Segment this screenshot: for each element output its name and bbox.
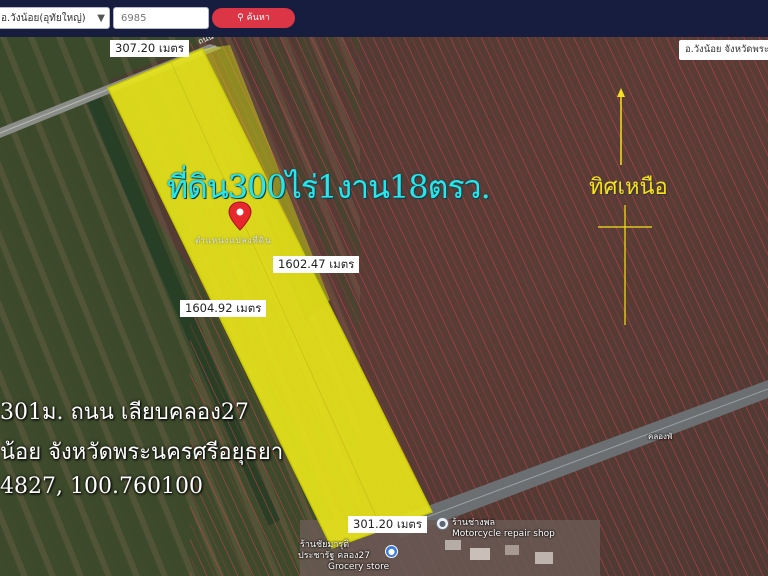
poi-small-tag: คลองพั bbox=[648, 432, 673, 441]
right-edge-measure: 1602.47 เมตร bbox=[273, 256, 360, 273]
shop-icon[interactable]: ● bbox=[436, 517, 449, 530]
search-button[interactable]: ⚲ ค้นหา bbox=[212, 8, 295, 28]
poi-shop-1-name: ร้านช่างพล bbox=[452, 518, 496, 528]
building bbox=[445, 540, 461, 550]
chevron-down-icon: ▼ bbox=[97, 13, 105, 24]
address-line-2: น้อย จังหวัดพระนครศรีอยุธยา bbox=[0, 440, 284, 465]
search-toolbar: อ.วังน้อย(อุทัยใหญ่) ▼ 6985 ⚲ ค้นหา bbox=[0, 0, 768, 37]
building bbox=[535, 552, 553, 564]
building bbox=[505, 545, 519, 555]
land-size-title: ที่ดิน300ไร่1งาน18ตรว. bbox=[167, 168, 491, 206]
north-direction-label: ทิศเหนือ bbox=[589, 175, 668, 200]
search-icon: ⚲ bbox=[237, 13, 244, 23]
poi-shop-2-name: ร้านชัยมารุติ bbox=[300, 540, 350, 550]
district-select-value: อ.วังน้อย(อุทัยใหญ่) bbox=[1, 13, 86, 24]
poi-shop-1-type: Motorcycle repair shop bbox=[452, 529, 555, 539]
parcel-number-input[interactable]: 6985 bbox=[113, 7, 209, 29]
poi-shop-2-type: Grocery store bbox=[328, 562, 390, 572]
address-line-1: 301ม. ถนน เลียบคลอง27 bbox=[0, 400, 249, 425]
pin-caption: ตำแหน่งแปลงที่ดิน bbox=[195, 236, 272, 245]
bottom-edge-measure: 301.20 เมตร bbox=[348, 516, 428, 533]
grocery-store-icon[interactable]: ● bbox=[385, 545, 398, 558]
province-tag: อ.วังน้อย จังหวัดพระนครศรีอยุธยา bbox=[679, 40, 768, 60]
search-button-label: ค้นหา bbox=[246, 13, 270, 23]
coordinates-line: 4827, 100.760100 bbox=[0, 474, 203, 499]
poi-shop-2-sub: ประชารัฐ คลอง27 bbox=[298, 551, 370, 561]
top-edge-measure: 307.20 เมตร bbox=[110, 40, 190, 57]
district-select[interactable]: อ.วังน้อย(อุทัยใหญ่) ▼ bbox=[0, 7, 110, 29]
building bbox=[470, 548, 490, 560]
left-edge-measure: 1604.92 เมตร bbox=[180, 300, 267, 317]
